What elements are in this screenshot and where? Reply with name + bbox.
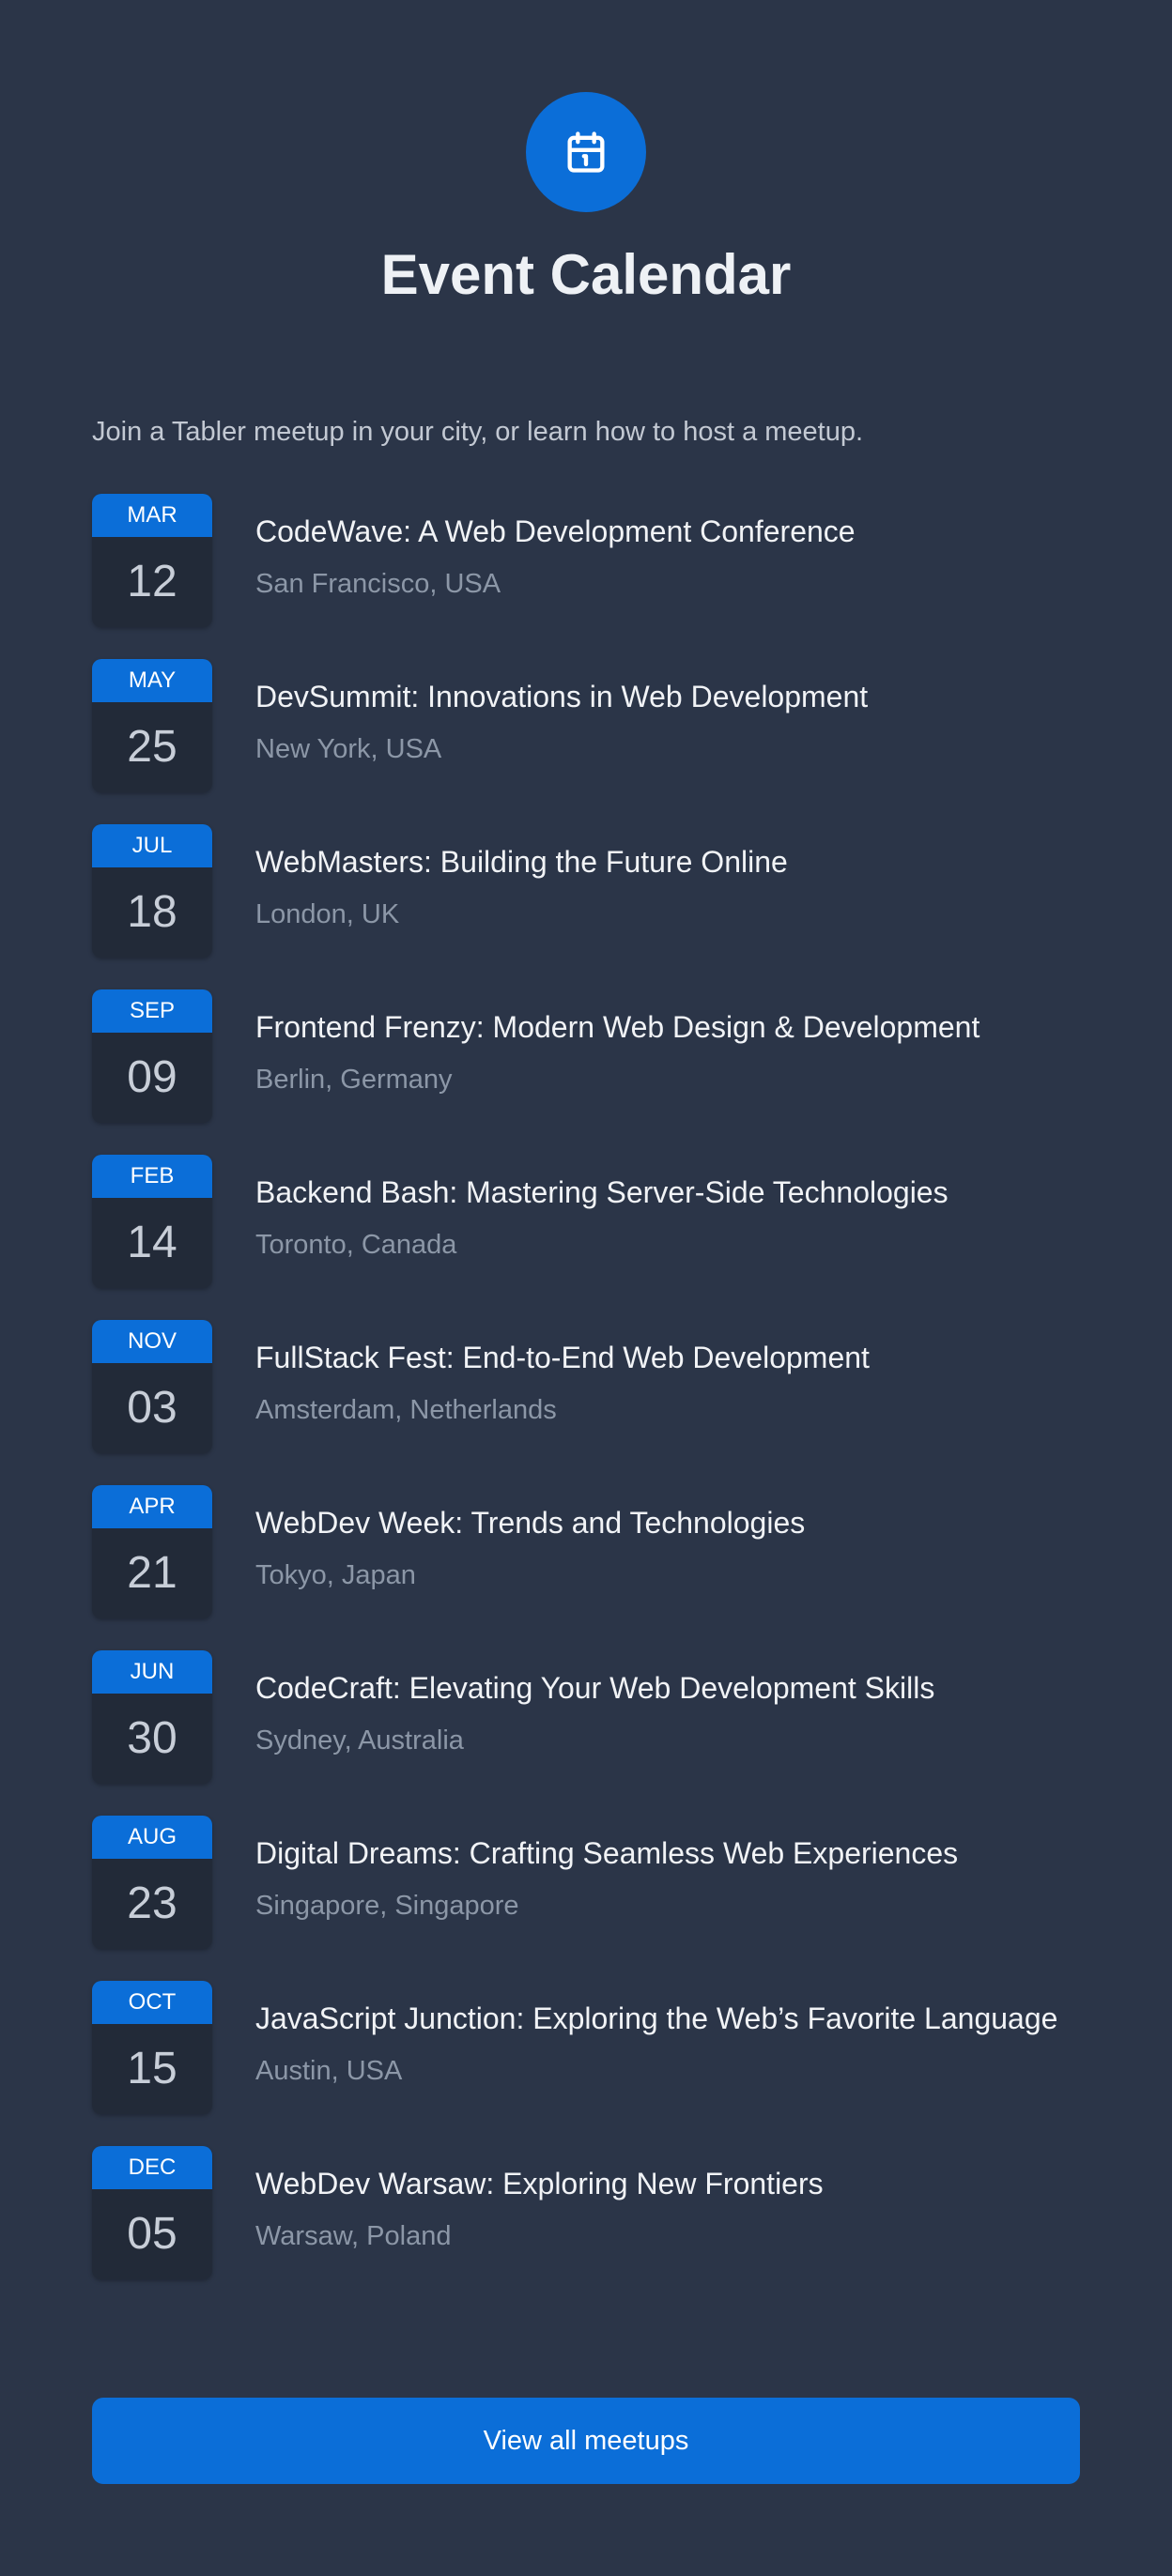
- event-info: Frontend Frenzy: Modern Web Design & Dev…: [255, 989, 1080, 1096]
- event-item[interactable]: APR 21 WebDev Week: Trends and Technologie…: [92, 1485, 1080, 1618]
- event-location: Tokyo, Japan: [255, 1560, 416, 1590]
- event-day: 14: [127, 1218, 177, 1267]
- event-day: 12: [127, 557, 177, 606]
- event-info: FullStack Fest: End-to-End Web Developme…: [255, 1320, 1080, 1427]
- page-title: Event Calendar: [380, 243, 792, 306]
- event-title[interactable]: WebDev Warsaw: Exploring New Frontiers: [255, 2161, 1080, 2206]
- event-item[interactable]: OCT 15 JavaScript Junction: Exploring the …: [92, 1981, 1080, 2114]
- event-day: 09: [127, 1052, 177, 1102]
- event-date-badge: APR 21: [92, 1485, 212, 1618]
- event-item[interactable]: DEC 05 WebDev Warsaw: Exploring New Fronti…: [92, 2146, 1080, 2279]
- event-location: Singapore, Singapore: [255, 1891, 519, 1921]
- event-location: London, UK: [255, 899, 400, 929]
- event-day: 23: [127, 1878, 177, 1928]
- event-info: Backend Bash: Mastering Server-Side Tech…: [255, 1155, 1080, 1262]
- event-info: Digital Dreams: Crafting Seamless Web Ex…: [255, 1816, 1080, 1923]
- event-item[interactable]: MAR 12 CodeWave: A Web Development Confere…: [92, 494, 1080, 627]
- event-month: DEC: [92, 2146, 212, 2189]
- event-item[interactable]: AUG 23 Digital Dreams: Crafting Seamless W…: [92, 1816, 1080, 1949]
- event-month: AUG: [92, 1816, 212, 1859]
- event-location: Toronto, Canada: [255, 1230, 457, 1260]
- event-date-badge: DEC 05: [92, 2146, 212, 2279]
- event-calendar-page: Event Calendar Join a Tabler meetup in y…: [0, 0, 1172, 2576]
- event-item[interactable]: NOV 03 FullStack Fest: End-to-End Web Deve…: [92, 1320, 1080, 1453]
- event-title[interactable]: Digital Dreams: Crafting Seamless Web Ex…: [255, 1831, 1080, 1876]
- event-title[interactable]: Frontend Frenzy: Modern Web Design & Dev…: [255, 1004, 1080, 1050]
- event-date-badge: MAY 25: [92, 659, 212, 792]
- event-title[interactable]: Backend Bash: Mastering Server-Side Tech…: [255, 1170, 1080, 1215]
- event-day: 30: [127, 1713, 177, 1763]
- event-item[interactable]: JUN 30 CodeCraft: Elevating Your Web Devel…: [92, 1650, 1080, 1784]
- event-location: Warsaw, Poland: [255, 2221, 452, 2251]
- event-month: FEB: [92, 1155, 212, 1198]
- event-month: MAY: [92, 659, 212, 702]
- event-date-badge: JUL 18: [92, 824, 212, 958]
- event-date-badge: AUG 23: [92, 1816, 212, 1949]
- event-month: NOV: [92, 1320, 212, 1363]
- event-location: Amsterdam, Netherlands: [255, 1395, 557, 1425]
- event-day: 03: [127, 1383, 177, 1433]
- event-month: SEP: [92, 989, 212, 1033]
- event-info: DevSummit: Innovations in Web Developmen…: [255, 659, 1080, 766]
- event-item[interactable]: MAY 25 DevSummit: Innovations in Web Devel…: [92, 659, 1080, 792]
- event-info: WebDev Week: Trends and Technologies Toky…: [255, 1485, 1080, 1592]
- event-day: 15: [127, 2044, 177, 2093]
- event-date-badge: SEP 09: [92, 989, 212, 1123]
- calendar-icon: [526, 92, 646, 212]
- view-all-meetups-button[interactable]: View all meetups: [92, 2398, 1080, 2484]
- header: Event Calendar: [0, 0, 1172, 306]
- event-title[interactable]: WebMasters: Building the Future Online: [255, 839, 1080, 884]
- event-location: Sydney, Australia: [255, 1725, 464, 1756]
- event-list: MAR 12 CodeWave: A Web Development Confere…: [92, 494, 1080, 2311]
- event-month: OCT: [92, 1981, 212, 2024]
- event-location: Austin, USA: [255, 2056, 403, 2086]
- event-info: CodeWave: A Web Development Conference Sa…: [255, 494, 1080, 601]
- event-title[interactable]: CodeCraft: Elevating Your Web Developmen…: [255, 1665, 1080, 1710]
- event-month: JUL: [92, 824, 212, 867]
- event-month: JUN: [92, 1650, 212, 1694]
- event-info: WebMasters: Building the Future Online Lo…: [255, 824, 1080, 931]
- event-month: APR: [92, 1485, 212, 1528]
- event-day: 05: [127, 2209, 177, 2259]
- event-month: MAR: [92, 494, 212, 537]
- event-title[interactable]: DevSummit: Innovations in Web Developmen…: [255, 674, 1080, 719]
- event-item[interactable]: SEP 09 Frontend Frenzy: Modern Web Design …: [92, 989, 1080, 1123]
- event-item[interactable]: FEB 14 Backend Bash: Mastering Server-Side…: [92, 1155, 1080, 1288]
- event-location: New York, USA: [255, 734, 442, 764]
- intro-text: Join a Tabler meetup in your city, or le…: [92, 417, 864, 447]
- event-location: San Francisco, USA: [255, 569, 501, 599]
- event-title[interactable]: WebDev Week: Trends and Technologies: [255, 1500, 1080, 1545]
- event-day: 21: [127, 1548, 177, 1598]
- event-date-badge: MAR 12: [92, 494, 212, 627]
- event-info: CodeCraft: Elevating Your Web Developmen…: [255, 1650, 1080, 1757]
- event-title[interactable]: CodeWave: A Web Development Conference: [255, 509, 1080, 554]
- event-item[interactable]: JUL 18 WebMasters: Building the Future Onl…: [92, 824, 1080, 958]
- event-date-badge: JUN 30: [92, 1650, 212, 1784]
- event-date-badge: OCT 15: [92, 1981, 212, 2114]
- event-title[interactable]: JavaScript Junction: Exploring the Web’s…: [255, 1996, 1080, 2041]
- event-day: 25: [127, 722, 177, 772]
- event-title[interactable]: FullStack Fest: End-to-End Web Developme…: [255, 1335, 1080, 1380]
- event-day: 18: [127, 887, 177, 937]
- event-date-badge: FEB 14: [92, 1155, 212, 1288]
- event-date-badge: NOV 03: [92, 1320, 212, 1453]
- event-info: JavaScript Junction: Exploring the Web’s…: [255, 1981, 1080, 2088]
- event-info: WebDev Warsaw: Exploring New Frontiers Wa…: [255, 2146, 1080, 2253]
- event-location: Berlin, Germany: [255, 1065, 453, 1095]
